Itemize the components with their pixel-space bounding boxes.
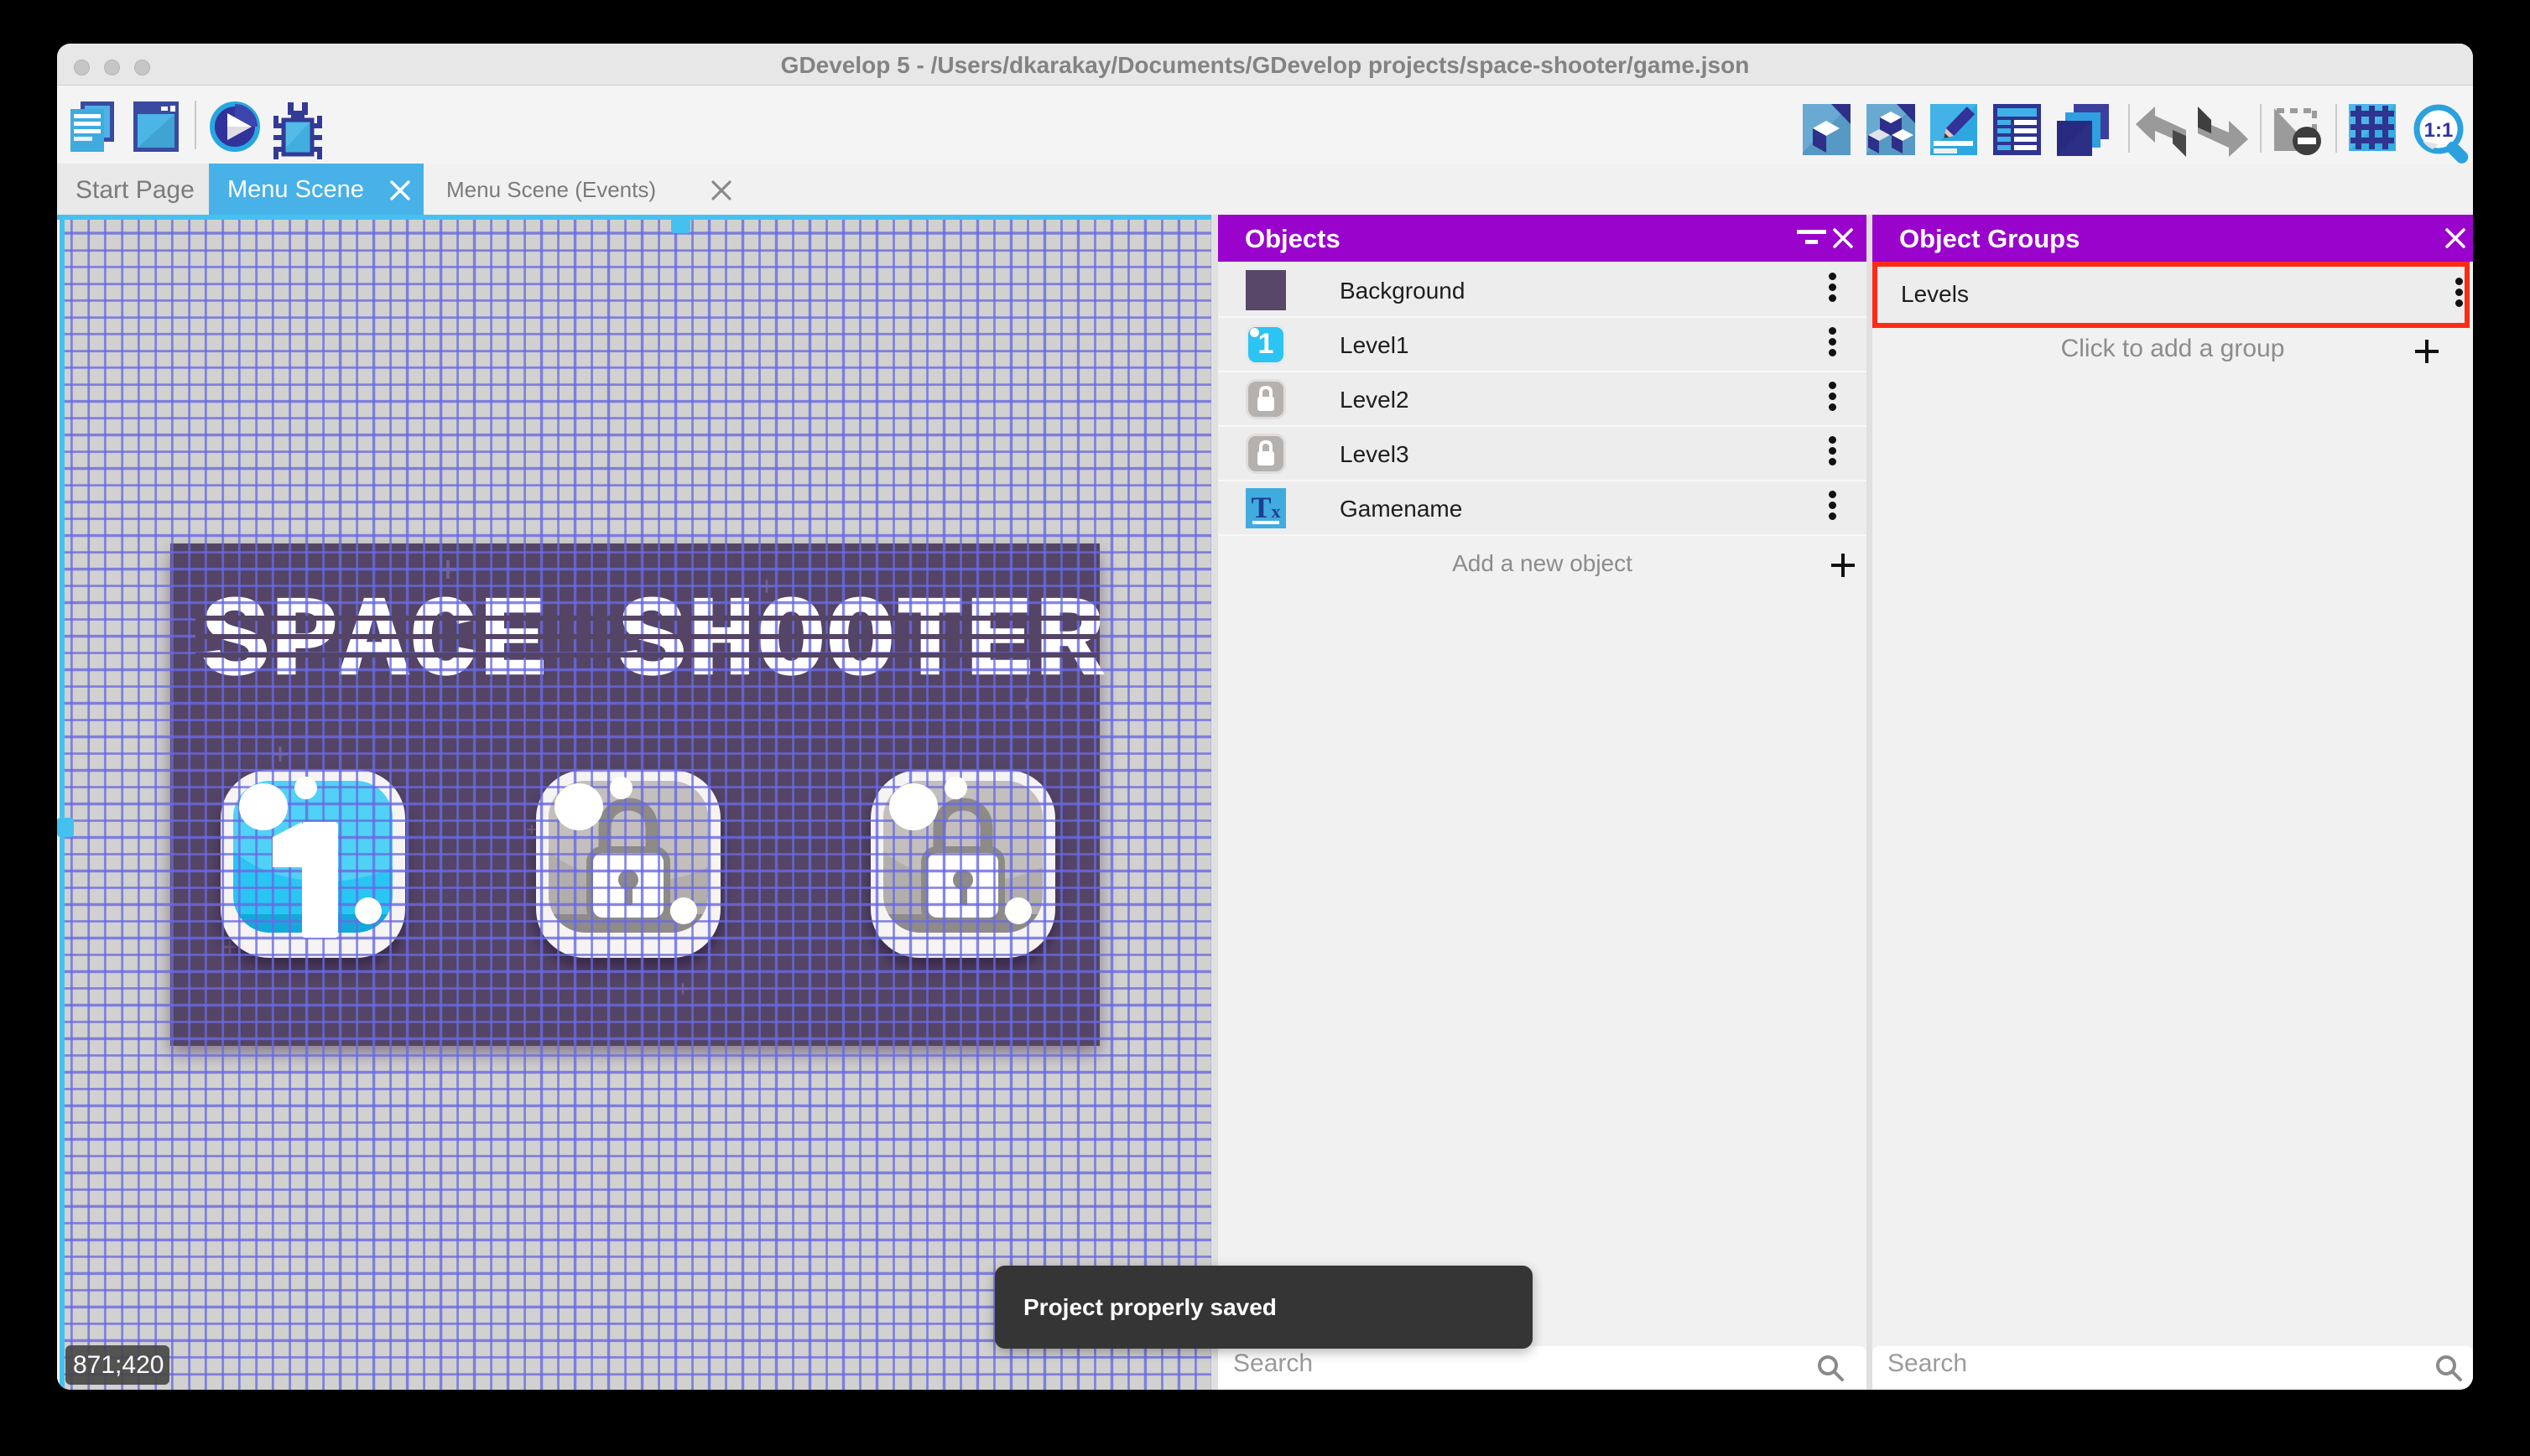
svg-text:1:1: 1:1	[2424, 119, 2454, 142]
